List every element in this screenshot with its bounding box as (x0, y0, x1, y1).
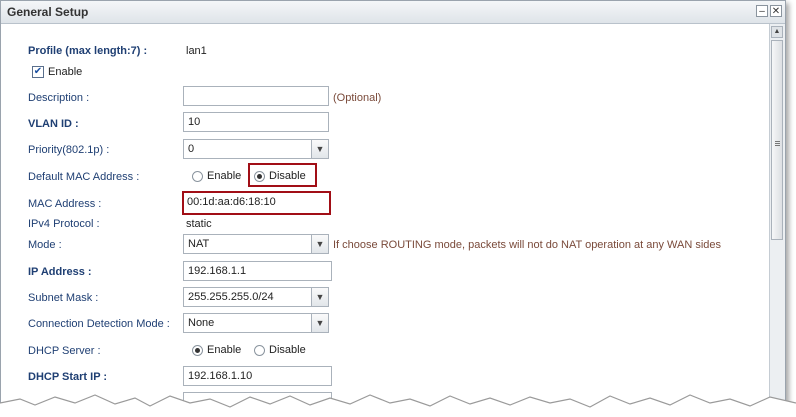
profile-label: Profile (max length:7) : (28, 45, 148, 57)
chevron-down-icon: ▼ (311, 235, 328, 253)
minimize-button[interactable]: – (756, 5, 768, 17)
default-mac-disable-label: Disable (269, 170, 306, 182)
description-input[interactable] (183, 86, 329, 106)
mode-label: Mode : (28, 239, 62, 251)
mode-select[interactable]: NAT ▼ (183, 234, 329, 254)
connection-detection-label: Connection Detection Mode : (28, 318, 170, 330)
checkmark-icon: ✔ (33, 66, 43, 77)
ipv4-protocol-label: IPv4 Protocol : (28, 218, 100, 230)
connection-detection-select[interactable]: None ▼ (183, 313, 329, 333)
grip-icon (775, 141, 780, 142)
default-mac-label: Default MAC Address : (28, 171, 140, 183)
ip-address-label: IP Address : (28, 266, 92, 278)
mac-address-input[interactable] (185, 193, 328, 211)
mode-selected-value: NAT (188, 238, 210, 250)
dhcp-server-enable-radio[interactable] (192, 345, 203, 356)
priority-selected-value: 0 (188, 143, 195, 155)
description-optional-note: (Optional) (333, 92, 382, 104)
ip-address-input[interactable] (183, 261, 332, 281)
priority-label: Priority(802.1p) : (28, 144, 110, 156)
torn-edge-decoration (0, 394, 796, 417)
close-button[interactable]: ✕ (770, 5, 782, 17)
enable-checkbox[interactable]: ✔ (32, 66, 44, 78)
default-mac-enable-label: Enable (207, 170, 242, 182)
arrow-up-icon[interactable]: ▲ (771, 26, 783, 38)
profile-value: lan1 (186, 45, 207, 57)
subnet-mask-select[interactable]: 255.255.255.0/24 ▼ (183, 287, 329, 307)
scrollbar-thumb[interactable] (771, 40, 783, 240)
dhcp-server-label: DHCP Server : (28, 345, 101, 357)
description-label: Description : (28, 92, 90, 104)
default-mac-disable-radio[interactable] (254, 171, 265, 182)
connection-detection-selected-value: None (188, 317, 215, 329)
default-mac-enable-radio[interactable] (192, 171, 203, 182)
chevron-down-icon: ▼ (311, 288, 328, 306)
title-bar: General Setup – ✕ (1, 1, 785, 24)
vlan-id-label: VLAN ID : (28, 118, 79, 130)
chevron-down-icon: ▼ (311, 140, 328, 158)
form-content: Profile (max length:7) : lan1 ✔ Enable D… (1, 24, 769, 409)
vlan-id-input[interactable] (183, 112, 329, 132)
priority-select[interactable]: 0 ▼ (183, 139, 329, 159)
dhcp-server-disable-radio[interactable] (254, 345, 265, 356)
mode-routing-note: If choose ROUTING mode, packets will not… (333, 239, 722, 251)
dhcp-server-enable-label: Enable (207, 344, 242, 356)
general-setup-window: General Setup – ✕ Profile (max length:7)… (0, 0, 786, 410)
ipv4-protocol-value: static (186, 218, 212, 230)
subnet-mask-selected-value: 255.255.255.0/24 (188, 291, 274, 303)
vertical-scrollbar[interactable]: ▲ (769, 24, 785, 409)
dhcp-server-disable-label: Disable (269, 344, 306, 356)
subnet-mask-label: Subnet Mask : (28, 292, 99, 304)
window-title: General Setup (7, 5, 89, 19)
chevron-down-icon: ▼ (311, 314, 328, 332)
enable-checkbox-label: Enable (48, 66, 83, 78)
mac-address-label: MAC Address : (28, 198, 102, 210)
